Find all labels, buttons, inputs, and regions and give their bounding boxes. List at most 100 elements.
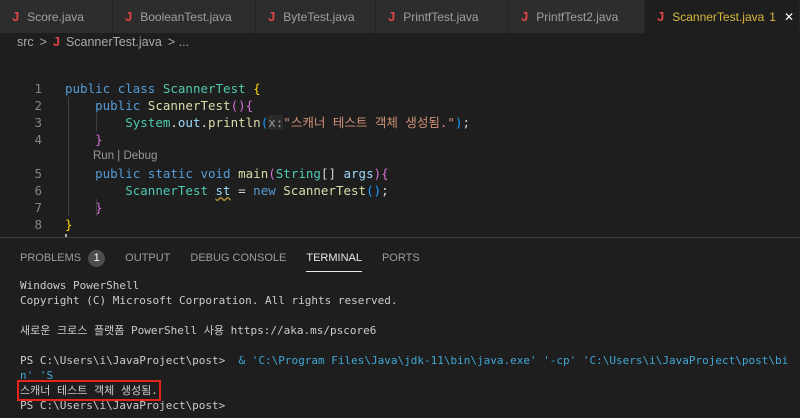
code-token: { <box>381 166 389 181</box>
code-token: "스캐너 테스트 객체 생성됨." <box>283 115 455 130</box>
bottom-panel: PROBLEMS 1 OUTPUT DEBUG CONSOLE TERMINAL PORT… <box>0 237 800 418</box>
terminal-output-line: 스캐너 테스트 객체 생성됨. <box>17 380 795 401</box>
tab-label: ScannerTest.java <box>672 9 765 24</box>
terminal-command-line: PS C:\Users\i\JavaProject\post> & 'C:\Pr… <box>20 353 795 383</box>
tab-label: BooleanTest.java <box>140 9 232 24</box>
breadcrumb-separator: > <box>39 35 47 49</box>
java-file-icon: J <box>521 9 529 24</box>
terminal-prompt-line: PS C:\Users\i\JavaProject\post> <box>20 399 226 412</box>
code-token: new <box>253 183 284 198</box>
code-token: static <box>147 166 201 181</box>
panel-tab-problems[interactable]: PROBLEMS 1 <box>20 248 106 268</box>
line-number: 3 <box>34 115 42 130</box>
breadcrumb-file[interactable]: ScannerTest.java <box>66 35 162 49</box>
code-token: . <box>200 115 209 130</box>
code-token: class <box>117 81 163 96</box>
tab-bytetest[interactable]: J ByteTest.java <box>256 0 376 33</box>
code-token: } <box>95 132 103 147</box>
line-text: ScannerTest st = new ScannerTest(); <box>65 182 389 199</box>
code-token: System <box>125 115 171 130</box>
code-token: ScannerTest <box>162 81 254 96</box>
code-line: 6 ScannerTest st = new ScannerTest(); <box>0 182 800 199</box>
panel-tabs: PROBLEMS 1 OUTPUT DEBUG CONSOLE TERMINAL PORT… <box>20 248 420 272</box>
line-number: 1 <box>34 81 42 96</box>
terminal-prompt: PS C:\Users\i\JavaProject\post> <box>20 354 232 367</box>
tab-score[interactable]: J Score.java <box>0 0 113 33</box>
terminal-line: Windows PowerShell <box>20 279 140 292</box>
tab-printftest[interactable]: J PrintfTest.java <box>376 0 509 33</box>
code-token: x: <box>268 115 284 130</box>
code-line: 7 } <box>0 199 800 216</box>
code-token: ; <box>462 115 471 130</box>
code-line: 8} <box>0 216 800 233</box>
tab-label: PrintfTest2.java <box>536 9 619 24</box>
code-token: . <box>170 115 178 130</box>
code-token: main <box>238 166 269 181</box>
line-text: } <box>65 216 73 233</box>
terminal-line: Copyright (C) Microsoft Corporation. All… <box>20 294 398 307</box>
panel-tab-label: PROBLEMS <box>20 252 82 264</box>
problems-count-badge: 1 <box>88 249 106 267</box>
code-token: println <box>208 115 261 130</box>
java-file-icon: J <box>12 9 20 24</box>
code-line: 1 public class ScannerTest { <box>0 80 800 97</box>
panel-tab-debug-console[interactable]: DEBUG CONSOLE <box>190 248 286 268</box>
panel-tab-label: DEBUG CONSOLE <box>190 252 287 264</box>
java-file-icon: J <box>657 9 665 24</box>
line-number: 7 <box>34 200 42 215</box>
code-token: st <box>215 183 231 198</box>
java-file-icon: J <box>268 9 276 24</box>
code-token: [] <box>320 166 344 181</box>
code-line: 2 public ScannerTest(){ <box>0 97 800 114</box>
editor-tabs: J Score.java J BooleanTest.java J ByteTest.ja… <box>0 0 800 33</box>
tab-booleantest[interactable]: J BooleanTest.java <box>113 0 256 33</box>
highlighted-output: 스캐너 테스트 객체 생성됨. <box>17 380 161 401</box>
terminal[interactable]: Windows PowerShell Copyright (C) Microso… <box>17 278 795 413</box>
line-text: public class ScannerTest { <box>65 80 261 97</box>
tab-scannertest[interactable]: J ScannerTest.java 1 ✕ <box>645 0 800 33</box>
tab-printftest2[interactable]: J PrintfTest2.java <box>509 0 645 33</box>
panel-tab-output[interactable]: OUTPUT <box>125 248 170 268</box>
codelens-run-debug[interactable]: Run | Debug <box>93 148 157 165</box>
line-number: 5 <box>34 166 42 181</box>
breadcrumb: src > J ScannerTest.java > ... <box>17 35 189 49</box>
code-token: ; <box>381 183 389 198</box>
code-token: out <box>177 115 201 130</box>
code-token: { <box>245 98 254 113</box>
code-line: 3 System.out.println(x:"스캐너 테스트 객체 생성됨."… <box>0 114 800 131</box>
breadcrumb-more[interactable]: > ... <box>168 35 189 49</box>
java-file-icon: J <box>52 35 60 49</box>
panel-tab-terminal[interactable]: TERMINAL <box>306 248 362 272</box>
code-token: public <box>95 166 148 181</box>
code-token: ScannerTest <box>147 98 231 113</box>
code-token: ( <box>268 166 276 181</box>
tab-label: Score.java <box>27 9 84 24</box>
line-number: 8 <box>34 217 42 232</box>
code-token: = <box>230 183 254 198</box>
code-token: ) <box>373 166 382 181</box>
panel-tab-ports[interactable]: PORTS <box>382 248 420 268</box>
code-token: void <box>200 166 239 181</box>
close-icon[interactable]: ✕ <box>784 10 794 24</box>
code-token: public <box>95 98 148 113</box>
line-number: 6 <box>34 183 42 198</box>
code-token: { <box>253 81 261 96</box>
breadcrumb-folder[interactable]: src <box>17 35 34 49</box>
code-token: } <box>65 217 73 232</box>
panel-tab-label: PORTS <box>381 252 420 264</box>
line-text: } <box>65 131 103 148</box>
line-number: 4 <box>34 132 42 147</box>
indent-guide <box>68 97 69 216</box>
panel-tab-label: OUTPUT <box>125 252 171 264</box>
tab-label: ByteTest.java <box>283 9 355 24</box>
line-text: public ScannerTest(){ <box>65 97 253 114</box>
tab-label: PrintfTest.java <box>403 9 479 24</box>
code-token: ScannerTest <box>283 183 367 198</box>
